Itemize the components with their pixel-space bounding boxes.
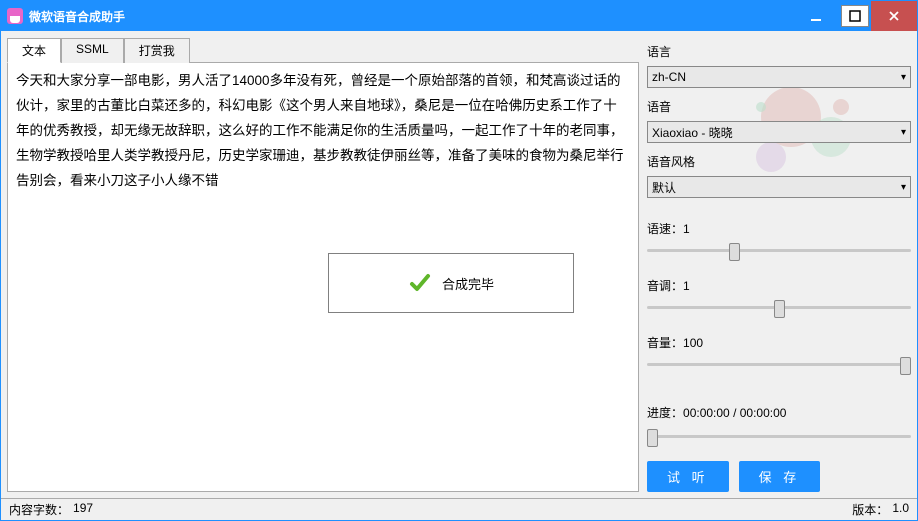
- app-window: 微软语音合成助手 文本 SSML 打赏我 今天和大家分享一部电影，男人活了140…: [0, 0, 918, 521]
- progress-current: 00:00:00: [683, 406, 730, 420]
- app-icon: [7, 8, 23, 24]
- pitch-row: 音调：1: [647, 277, 911, 318]
- tab-donate[interactable]: 打赏我: [124, 38, 190, 63]
- volume-value: 100: [683, 336, 703, 350]
- slider-track: [647, 363, 911, 366]
- style-value: 默认: [652, 179, 676, 196]
- volume-slider[interactable]: [647, 355, 911, 375]
- speed-label: 语速：1: [647, 220, 911, 237]
- content-area: 文本 SSML 打赏我 今天和大家分享一部电影，男人活了14000多年没有死，曾…: [1, 31, 917, 498]
- titlebar[interactable]: 微软语音合成助手: [1, 1, 917, 31]
- progress-label: 进度：00:00:00 / 00:00:00: [647, 404, 911, 421]
- char-count: 内容字数：197: [9, 501, 93, 518]
- voice-value: Xiaoxiao - 晓晓: [652, 124, 733, 141]
- voice-select[interactable]: Xiaoxiao - 晓晓 ▾: [647, 121, 911, 143]
- minimize-button[interactable]: [793, 1, 839, 31]
- language-value: zh-CN: [652, 70, 686, 84]
- language-label: 语言: [647, 43, 911, 60]
- version-value: 1.0: [892, 501, 909, 518]
- slider-thumb[interactable]: [647, 429, 658, 447]
- slider-thumb[interactable]: [774, 300, 785, 318]
- slider-track: [647, 435, 911, 438]
- voice-label: 语音: [647, 98, 911, 115]
- volume-row: 音量：100: [647, 334, 911, 375]
- close-icon: [888, 10, 900, 22]
- slider-track: [647, 249, 911, 252]
- check-icon: [408, 271, 432, 295]
- button-row: 试 听 保 存: [647, 461, 911, 492]
- status-popup: 合成完毕: [328, 253, 574, 313]
- left-panel: 文本 SSML 打赏我 今天和大家分享一部电影，男人活了14000多年没有死，曾…: [7, 37, 639, 492]
- spacer: [647, 381, 911, 398]
- version-info: 版本：1.0: [852, 501, 909, 518]
- minimize-icon: [810, 10, 822, 22]
- pitch-label: 音调：1: [647, 277, 911, 294]
- close-button[interactable]: [871, 1, 917, 31]
- preview-button[interactable]: 试 听: [647, 461, 729, 492]
- tab-ssml[interactable]: SSML: [61, 38, 124, 63]
- progress-total: 00:00:00: [740, 406, 787, 420]
- tab-text[interactable]: 文本: [7, 38, 61, 63]
- style-select[interactable]: 默认 ▾: [647, 176, 911, 198]
- volume-label: 音量：100: [647, 334, 911, 351]
- char-count-value: 197: [73, 501, 93, 518]
- status-bar: 内容字数：197 版本：1.0: [1, 498, 917, 520]
- chevron-down-icon: ▾: [901, 72, 906, 83]
- slider-thumb[interactable]: [729, 243, 740, 261]
- tab-bar: 文本 SSML 打赏我: [7, 37, 639, 63]
- maximize-button[interactable]: [841, 5, 869, 27]
- pitch-value: 1: [683, 279, 690, 293]
- slider-thumb[interactable]: [900, 357, 911, 375]
- speed-slider[interactable]: [647, 241, 911, 261]
- language-select[interactable]: zh-CN ▾: [647, 66, 911, 88]
- speed-value: 1: [683, 222, 690, 236]
- style-label: 语音风格: [647, 153, 911, 170]
- status-message: 合成完毕: [442, 274, 494, 293]
- chevron-down-icon: ▾: [901, 127, 906, 138]
- editor-container: 今天和大家分享一部电影，男人活了14000多年没有死，曾经是一个原始部落的首领，…: [7, 63, 639, 492]
- chevron-down-icon: ▾: [901, 182, 906, 193]
- right-panel: 语言 zh-CN ▾ 语音 Xiaoxiao - 晓晓 ▾ 语音风格 默认 ▾ …: [647, 37, 911, 492]
- maximize-icon: [849, 10, 861, 22]
- save-button[interactable]: 保 存: [739, 461, 821, 492]
- window-controls: [793, 1, 917, 31]
- progress-slider[interactable]: [647, 427, 911, 447]
- window-title: 微软语音合成助手: [29, 8, 793, 25]
- pitch-slider[interactable]: [647, 298, 911, 318]
- speed-row: 语速：1: [647, 220, 911, 261]
